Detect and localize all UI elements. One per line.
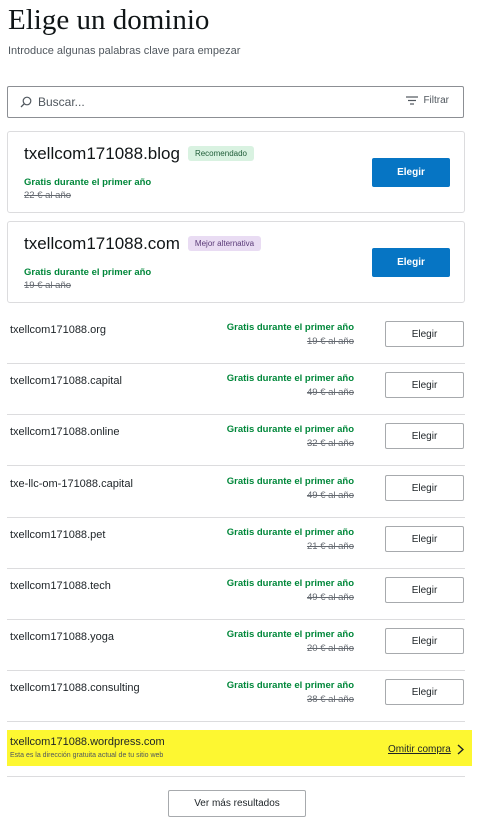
free-first-year-text: Gratis durante el primer año [226,527,354,538]
choose-button[interactable]: Elegir [372,248,450,277]
domain-name: txellcom171088.capital [10,375,122,387]
free-first-year-text: Gratis durante el primer año [226,322,354,333]
original-price: 19 € al año [24,280,72,291]
original-price: 19 € al año [306,336,354,347]
original-price: 49 € al año [306,592,354,603]
choose-button[interactable]: Elegir [372,158,450,187]
original-price: 22 € al año [24,190,72,201]
domain-name: txellcom171088.online [10,426,120,438]
choose-button[interactable]: Elegir [385,423,464,449]
original-price: 38 € al año [306,694,354,705]
domain-result-row: txellcom171088.online Gratis durante el … [7,415,465,466]
domain-result-row: txellcom171088.consulting Gratis durante… [7,671,465,722]
domain-name: txellcom171088.consulting [10,682,140,694]
search-input[interactable] [38,92,378,112]
featured-domain-card: txellcom171088.com Mejor alternativa Grat… [7,221,465,303]
filter-icon [406,96,419,105]
choose-button[interactable]: Elegir [385,577,464,603]
domain-name: txellcom171088.yoga [10,631,114,643]
original-price: 49 € al año [306,387,354,398]
featured-domain-card: txellcom171088.blog Recomendado Gratis du… [7,131,465,213]
search-icon [20,96,32,108]
original-price: 21 € al año [306,541,354,552]
domain-result-row: txellcom171088.pet Gratis durante el pri… [7,518,465,569]
free-site-domain: txellcom171088.wordpress.com [10,736,165,748]
domain-result-row: txe-llc-om-171088.capital Gratis durante… [7,467,465,518]
free-first-year-text: Gratis durante el primer año [24,267,152,278]
domain-name: txellcom171088.blog [24,144,180,163]
choose-button[interactable]: Elegir [385,321,464,347]
choose-button[interactable]: Elegir [385,372,464,398]
best-alternative-badge: Mejor alternativa [187,236,262,251]
domain-name: txellcom171088.com [24,234,180,253]
choose-button[interactable]: Elegir [385,628,464,654]
free-first-year-text: Gratis durante el primer año [24,177,152,188]
free-first-year-text: Gratis durante el primer año [226,680,354,691]
free-first-year-text: Gratis durante el primer año [226,373,354,384]
domain-name: txe-llc-om-171088.capital [10,478,133,490]
free-first-year-text: Gratis durante el primer año [226,578,354,589]
original-price: 49 € al año [306,490,354,501]
skip-purchase-link[interactable]: Omitir compra [388,744,464,755]
free-site-description: Esta es la dirección gratuita actual de … [10,752,164,759]
domain-result-row: txellcom171088.org Gratis durante el pri… [7,313,465,364]
domain-name: txellcom171088.tech [10,580,111,592]
free-first-year-text: Gratis durante el primer año [226,424,354,435]
divider [7,776,465,777]
page-title: Elige un dominio [8,4,210,36]
original-price: 20 € al año [306,643,354,654]
choose-button[interactable]: Elegir [385,475,464,501]
domain-name: txellcom171088.org [10,324,107,336]
filter-label: Filtrar [423,95,449,106]
domain-result-row: txellcom171088.tech Gratis durante el pr… [7,569,465,620]
choose-button[interactable]: Elegir [385,679,464,705]
domain-result-row: txellcom171088.capital Gratis durante el… [7,364,465,415]
filter-button[interactable]: Filtrar [406,95,449,106]
original-price: 32 € al año [306,438,354,449]
chevron-right-icon [457,744,464,755]
domain-result-row: txellcom171088.yoga Gratis durante el pr… [7,620,465,671]
free-first-year-text: Gratis durante el primer año [226,629,354,640]
more-results-button[interactable]: Ver más resultados [168,790,306,817]
page-subtitle: Introduce algunas palabras clave para em… [8,45,241,57]
recommended-badge: Recomendado [187,146,254,161]
search-box[interactable]: Filtrar [7,86,464,118]
skip-purchase-label: Omitir compra [388,744,451,755]
domain-name: txellcom171088.pet [10,529,106,541]
free-first-year-text: Gratis durante el primer año [226,476,354,487]
choose-button[interactable]: Elegir [385,526,464,552]
